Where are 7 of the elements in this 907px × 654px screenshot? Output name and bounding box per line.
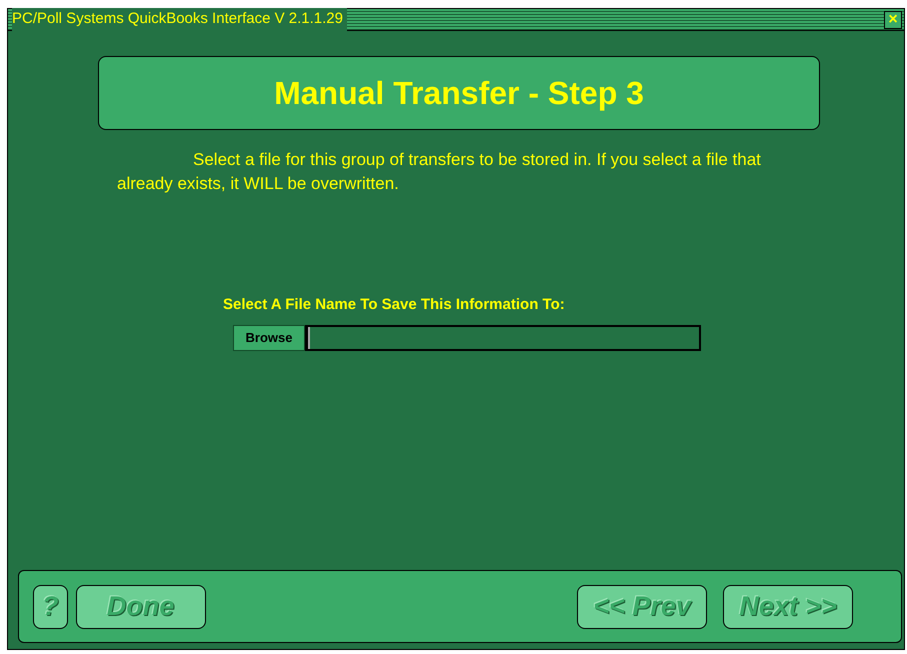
step-title: Manual Transfer - Step 3 bbox=[274, 74, 644, 112]
browse-button[interactable]: Browse bbox=[233, 324, 305, 350]
close-button[interactable]: × bbox=[884, 10, 902, 28]
file-name-field[interactable] bbox=[305, 324, 701, 350]
file-name-label: Select A File Name To Save This Information To: bbox=[223, 295, 566, 315]
instructions-text: Select a file for this group of transfers to be stored in. If you select a file that already exists, it WILL be overwritten. bbox=[117, 149, 762, 195]
window-title: PC/Poll Systems QuickBooks Interface V 2.1.1.29 bbox=[12, 8, 347, 31]
